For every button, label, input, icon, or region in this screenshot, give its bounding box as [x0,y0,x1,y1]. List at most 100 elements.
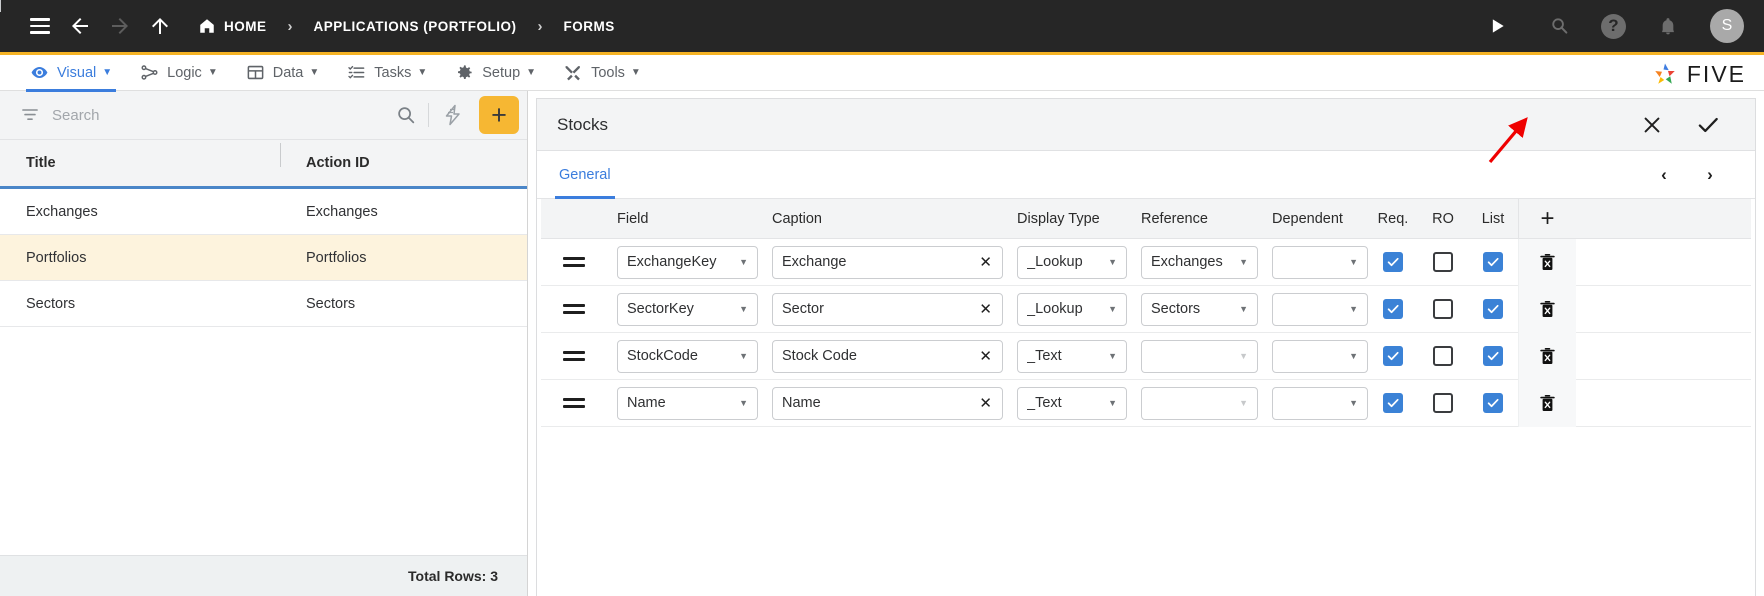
dependent-select[interactable]: ▼ [1258,245,1368,279]
reference-select[interactable]: Sectors ▼ [1127,292,1258,326]
breadcrumb: HOME › APPLICATIONS (PORTFOLIO) › FORMS [194,17,619,35]
dependent-select[interactable]: ▼ [1258,339,1368,373]
table-empty-space [0,327,527,555]
breadcrumb-separator: › [537,17,543,35]
notifications-icon[interactable] [1648,6,1688,46]
search-input[interactable] [52,106,384,124]
chevron-down-icon: ▼ [1108,398,1117,408]
column-header-ro: RO [1432,210,1454,227]
nav-item-tools[interactable]: Tools ▼ [550,55,655,91]
filter-icon[interactable] [8,105,52,125]
field-select[interactable]: StockCode ▼ [603,339,758,373]
drag-handle[interactable] [541,257,603,267]
search-icon[interactable] [384,104,428,126]
reference-select[interactable]: Exchanges ▼ [1127,245,1258,279]
field-row: SectorKey ▼ Sector ✕ _Lookup ▼ Sectors ▼ [541,285,1751,333]
list-checkbox[interactable] [1468,299,1518,319]
add-field-button[interactable]: + [1518,198,1576,239]
chevron-down-icon: ▼ [739,351,748,361]
nav-item-setup[interactable]: Setup ▼ [441,55,550,91]
close-icon[interactable] [1639,112,1665,138]
up-arrow-icon[interactable] [140,6,180,46]
breadcrumb-item-home[interactable]: HOME [194,17,271,35]
avatar[interactable]: S [1710,9,1744,43]
field-select[interactable]: ExchangeKey ▼ [603,245,758,279]
search-toolbar: + [0,91,527,140]
nav-item-logic[interactable]: Logic ▼ [126,55,232,91]
delete-icon[interactable] [1518,285,1576,333]
field-select[interactable]: SectorKey ▼ [603,292,758,326]
table-row[interactable]: Portfolios Portfolios [0,235,527,281]
caption-input[interactable]: Name ✕ [758,386,1003,420]
req-checkbox[interactable] [1368,393,1418,413]
ro-checkbox[interactable] [1418,299,1468,319]
dependent-select[interactable]: ▼ [1258,386,1368,420]
caption-input[interactable]: Stock Code ✕ [758,339,1003,373]
list-checkbox[interactable] [1468,346,1518,366]
menu-icon[interactable] [20,6,60,46]
pager-next-button[interactable]: › [1699,164,1721,186]
ro-checkbox[interactable] [1418,252,1468,272]
display-type-value: _Text [1027,348,1062,364]
nav-item-tasks[interactable]: Tasks ▼ [333,55,441,91]
clear-icon[interactable]: ✕ [979,349,992,364]
breadcrumb-label-home: HOME [224,18,267,34]
nav-label-visual: Visual [57,64,97,81]
list-checkbox[interactable] [1468,252,1518,272]
tab-pager: ‹ › [1653,164,1745,186]
display-type-select[interactable]: _Text ▼ [1003,386,1127,420]
ro-checkbox[interactable] [1418,346,1468,366]
delete-icon[interactable] [1518,238,1576,286]
add-form-button[interactable]: + [479,96,519,134]
delete-icon[interactable] [1518,379,1576,427]
dependent-select[interactable]: ▼ [1258,292,1368,326]
caption-input[interactable]: Exchange ✕ [758,245,1003,279]
clear-icon[interactable]: ✕ [979,255,992,270]
req-checkbox[interactable] [1368,299,1418,319]
display-type-select[interactable]: _Text ▼ [1003,339,1127,373]
logic-icon [140,63,159,82]
nav-item-data[interactable]: Data ▼ [232,55,334,91]
req-checkbox[interactable] [1368,252,1418,272]
search-icon[interactable] [1539,6,1579,46]
table-row[interactable]: Sectors Sectors [0,281,527,327]
clear-icon[interactable]: ✕ [979,302,992,317]
nav-item-visual[interactable]: Visual ▼ [16,55,126,92]
drag-handle[interactable] [541,304,603,314]
breadcrumb-item-forms[interactable]: FORMS [560,19,619,34]
drag-handle[interactable] [541,398,603,408]
clear-icon[interactable]: ✕ [979,396,992,411]
field-value: SectorKey [627,301,694,317]
column-header-title[interactable]: Title [0,155,280,171]
field-select[interactable]: Name ▼ [603,386,758,420]
bolt-icon[interactable] [429,103,477,127]
req-checkbox[interactable] [1368,346,1418,366]
list-checkbox[interactable] [1468,393,1518,413]
column-header-reference: Reference [1141,210,1208,227]
table-row[interactable]: Exchanges Exchanges [0,189,527,235]
column-header-list: List [1481,210,1505,227]
reference-select[interactable]: ▼ [1127,339,1258,373]
forward-arrow-icon[interactable] [100,6,140,46]
tasks-icon [347,63,366,82]
tab-general[interactable]: General [547,151,623,199]
breadcrumb-item-applications[interactable]: APPLICATIONS (PORTFOLIO) [310,19,521,34]
chevron-down-icon: ▼ [1349,351,1358,361]
pager-prev-button[interactable]: ‹ [1653,164,1675,186]
total-rows-label: Total Rows: 3 [0,555,527,596]
ro-checkbox[interactable] [1418,393,1468,413]
delete-icon[interactable] [1518,332,1576,380]
fields-grid-body: ExchangeKey ▼ Exchange ✕ _Lookup ▼ Exchange… [541,238,1751,596]
display-type-select[interactable]: _Lookup ▼ [1003,292,1127,326]
drag-handle[interactable] [541,351,603,361]
caption-input[interactable]: Sector ✕ [758,292,1003,326]
column-header-action-id[interactable]: Action ID [280,143,527,171]
chevron-down-icon: ▼ [630,67,641,78]
back-arrow-icon[interactable] [60,6,100,46]
nav-label-tasks: Tasks [374,64,412,81]
display-type-select[interactable]: _Lookup ▼ [1003,245,1127,279]
reference-select[interactable]: ▼ [1127,386,1258,420]
run-icon[interactable] [1477,6,1517,46]
help-icon[interactable]: ? [1601,13,1626,39]
save-check-button[interactable] [1695,112,1721,138]
